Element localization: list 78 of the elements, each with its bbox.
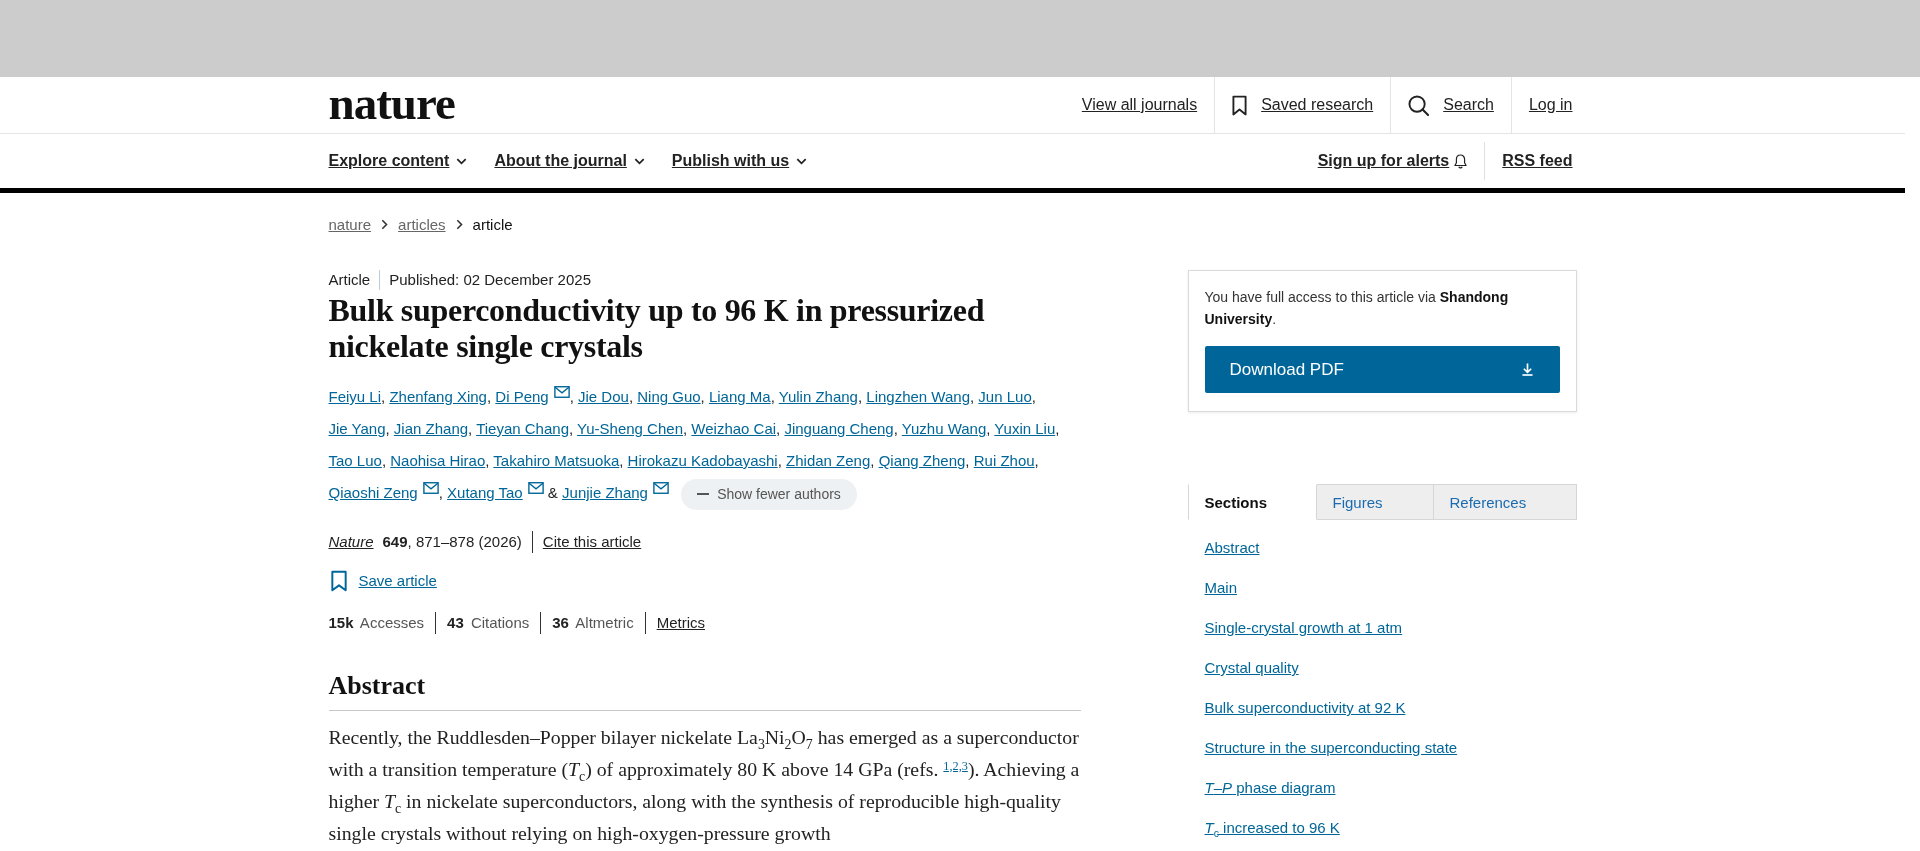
- sidebar-tab[interactable]: References: [1433, 484, 1577, 520]
- section-link[interactable]: Crystal quality: [1204, 658, 1299, 678]
- author-link[interactable]: Tao Luo: [328, 452, 382, 469]
- breadcrumb-link[interactable]: articles: [398, 215, 446, 233]
- sidebar-tab[interactable]: Figures: [1316, 484, 1434, 520]
- chevron-right-icon: [381, 218, 389, 230]
- email-icon[interactable]: [652, 482, 669, 494]
- download-pdf-button[interactable]: Download PDF: [1204, 346, 1560, 393]
- header-link[interactable]: Log in: [1528, 96, 1573, 114]
- alerts-link[interactable]: Sign up for alerts: [1317, 152, 1468, 170]
- author-link[interactable]: Weizhao Cai: [691, 420, 777, 437]
- abstract-text: Recently, the Ruddlesden–Popper bilayer nickelate La$_{3}$Ni$_{2}$O$_{7}$ has emerged as a superconductor with a transition temperature (T$_{c}$) of approximately 80 K above 14 GPa (refs. $^{1,2,3}$). Achieving a higher T$_{c}$ in nickelate superconductors, along with the synthesis of reproducible high-quality single crystals without relying on high-oxygen-pressure growth: [328, 724, 1081, 846]
- citation-details: 649, 871–878 (2026): [382, 533, 522, 551]
- author-link[interactable]: Qiaoshi Zeng: [328, 484, 418, 501]
- chevron-down-icon: [456, 157, 468, 165]
- author-link[interactable]: Zhenfang Xing: [389, 388, 487, 405]
- metric-stat: 15k Accesses: [328, 614, 425, 632]
- section-link[interactable]: Abstract: [1204, 538, 1260, 558]
- header-link[interactable]: Search: [1408, 94, 1494, 116]
- author-link[interactable]: Yu-Sheng Chen: [577, 420, 683, 437]
- section-link[interactable]: Single-crystal growth at 1 atm: [1204, 618, 1403, 638]
- author-link[interactable]: Lingzhen Wang: [866, 388, 970, 405]
- bookmark-icon: [330, 569, 347, 592]
- chevron-down-icon: [796, 157, 808, 165]
- section-link[interactable]: Bulk superconductivity at 92 K: [1204, 698, 1406, 718]
- author-list: Feiyu Li, Zhenfang Xing, Di Peng , Jie Dou, Ning Guo, Liang Ma, Yulin Zhang, Lingzhen Wang, Jun Luo, Jie Yang, Jian Zhang, Tieyan Chang, Yu-Sheng Chen, Weizhao Cai, Jinguang Cheng, Yuzhu Wang, Yuxin Liu, Tao Luo, Naohisa Hirao, Takahiro Matsuoka, Hirokazu Kadobayashi, Zhidan Zeng, Qiang Zheng, Rui Zhou, Qiaoshi Zeng , Xutang Tao & Junjie Zhang Show fewer authors: [328, 381, 1081, 510]
- reference-link[interactable]: 1,2,3: [943, 758, 968, 773]
- header-link[interactable]: Saved research: [1232, 94, 1374, 116]
- nature-logo[interactable]: nature: [328, 79, 455, 127]
- show-fewer-authors-button[interactable]: Show fewer authors: [681, 478, 857, 510]
- email-icon[interactable]: [553, 386, 570, 398]
- author-link[interactable]: Xutang Tao: [447, 484, 523, 501]
- chevron-right-icon: [455, 218, 463, 230]
- minus-icon: [697, 493, 710, 496]
- bookmark-icon: [1232, 94, 1248, 116]
- author-link[interactable]: Di Peng: [495, 388, 549, 405]
- search-icon: [1408, 94, 1430, 116]
- menu-button[interactable]: About the journal: [494, 152, 645, 170]
- download-icon: [1521, 363, 1533, 376]
- author-link[interactable]: Ning Guo: [637, 388, 701, 405]
- author-link[interactable]: Junjie Zhang: [562, 484, 648, 501]
- sidebar-tab[interactable]: Sections: [1187, 484, 1317, 520]
- author-link[interactable]: Feiyu Li: [328, 388, 382, 405]
- author-link[interactable]: Jinguang Cheng: [784, 420, 894, 437]
- menu-button[interactable]: Publish with us: [671, 152, 808, 170]
- chevron-down-icon: [633, 157, 645, 165]
- author-link[interactable]: Tieyan Chang: [476, 420, 569, 437]
- section-heading: Abstract: [328, 669, 427, 702]
- metric-stat: 36 Altmetric: [552, 614, 634, 632]
- author-link[interactable]: Yulin Zhang: [778, 388, 858, 405]
- save-article-button[interactable]: Save article: [328, 568, 437, 593]
- article-title: Bulk superconductivity up to 96 K in pressurized nickelate single crystals: [328, 292, 986, 364]
- section-link[interactable]: Main: [1204, 578, 1237, 598]
- author-link[interactable]: Hirokazu Kadobayashi: [627, 452, 778, 469]
- author-link[interactable]: Liang Ma: [708, 388, 771, 405]
- rss-link[interactable]: RSS feed: [1502, 152, 1573, 170]
- metrics-link[interactable]: Metrics: [656, 614, 705, 632]
- menu-button[interactable]: Explore content: [328, 152, 468, 170]
- breadcrumb-link[interactable]: nature: [328, 215, 372, 233]
- email-icon[interactable]: [422, 482, 439, 494]
- email-icon[interactable]: [527, 482, 544, 494]
- publication-date: Published: 02 December 2025: [389, 270, 591, 290]
- author-link[interactable]: Jun Luo: [978, 388, 1032, 405]
- access-message: You have full access to this article via Shandong University.: [1204, 288, 1510, 329]
- breadcrumb-link[interactable]: article: [472, 215, 513, 233]
- author-link[interactable]: Jie Dou: [578, 388, 629, 405]
- author-link[interactable]: Jian Zhang: [393, 420, 469, 437]
- header-link[interactable]: View all journals: [1081, 96, 1198, 114]
- section-link[interactable]: Structure in the superconducting state: [1204, 738, 1458, 758]
- bell-icon: [1454, 153, 1468, 169]
- section-link[interactable]: T$_{c}$ increased to 96 K: [1204, 818, 1340, 838]
- metric-stat: 43 Citations: [447, 614, 530, 632]
- cite-link[interactable]: Cite this article: [542, 533, 642, 551]
- author-link[interactable]: Rui Zhou: [973, 452, 1035, 469]
- author-link[interactable]: Jie Yang: [328, 420, 386, 437]
- article-type: Article: [328, 270, 371, 290]
- section-link[interactable]: T–P phase diagram: [1204, 778, 1336, 798]
- journal-link[interactable]: Nature: [328, 533, 374, 551]
